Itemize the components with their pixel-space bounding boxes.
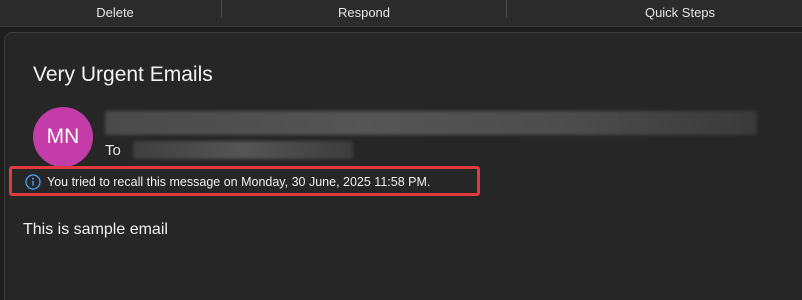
reading-pane: Very Urgent Emails MN To You tried to re… bbox=[4, 32, 802, 300]
sender-name-redacted bbox=[105, 111, 757, 135]
to-label: To bbox=[105, 141, 121, 159]
message-subject: Very Urgent Emails bbox=[33, 63, 213, 86]
recall-notice-text: You tried to recall this message on Mond… bbox=[47, 175, 431, 189]
recall-notice: You tried to recall this message on Mond… bbox=[25, 172, 430, 192]
outlook-reading-window: Delete Respond Quick Steps Very Urgent E… bbox=[0, 0, 802, 300]
ribbon-divider bbox=[221, 0, 222, 18]
message-body: This is sample email bbox=[23, 221, 168, 238]
sender-avatar[interactable]: MN bbox=[33, 107, 93, 167]
ribbon-group-labels: Delete Respond Quick Steps bbox=[0, 0, 802, 27]
info-icon bbox=[25, 174, 41, 190]
ribbon-group-delete: Delete bbox=[96, 5, 134, 20]
ribbon-divider bbox=[506, 0, 507, 18]
recipient-row: To bbox=[105, 141, 354, 161]
ribbon-group-quick-steps: Quick Steps bbox=[644, 5, 716, 20]
recipient-address-redacted[interactable] bbox=[133, 141, 354, 160]
ribbon-group-respond: Respond bbox=[337, 5, 391, 20]
